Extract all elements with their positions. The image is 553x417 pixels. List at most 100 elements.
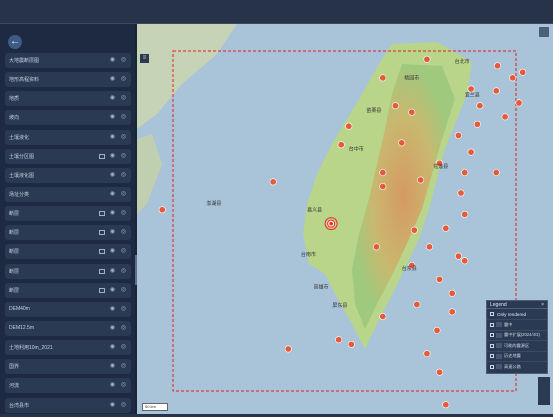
eye-icon[interactable]: ◉ — [109, 172, 116, 179]
layer-item[interactable]: 场址分类 ◉ ◎ — [5, 186, 131, 202]
earthquake-marker[interactable] — [373, 243, 381, 251]
locate-icon[interactable]: ◎ — [120, 344, 127, 351]
earthquake-marker[interactable] — [158, 206, 166, 214]
eye-icon[interactable]: ◉ — [109, 191, 116, 198]
legend-checkbox[interactable] — [490, 322, 494, 327]
eye-icon[interactable]: ◉ — [109, 210, 116, 217]
eye-icon[interactable]: ◉ — [109, 95, 116, 102]
layer-item[interactable]: 土壤液化 ◉ ◎ — [5, 129, 131, 145]
earthquake-marker[interactable] — [467, 148, 475, 156]
locate-icon[interactable]: ◎ — [120, 134, 127, 141]
earthquake-marker[interactable] — [448, 289, 456, 297]
locate-icon[interactable]: ◎ — [120, 57, 127, 64]
earthquake-marker[interactable] — [509, 74, 517, 82]
layer-item[interactable]: 土地利用10m_2021 ◉ ◎ — [5, 340, 131, 356]
earthquake-marker[interactable] — [501, 113, 509, 121]
layer-item[interactable]: 台湾县市 ◉ ◎ — [5, 397, 131, 413]
earthquake-marker[interactable] — [335, 336, 343, 344]
only-rendered-checkbox[interactable] — [490, 312, 494, 316]
layer-table-icon[interactable] — [99, 153, 105, 159]
layer-item[interactable]: 土壤液化图 ◉ ◎ — [5, 167, 131, 183]
locate-icon[interactable]: ◎ — [120, 191, 127, 198]
legend-checkbox[interactable] — [490, 364, 494, 369]
earthquake-marker[interactable] — [379, 74, 387, 82]
locate-icon[interactable]: ◎ — [120, 248, 127, 255]
earthquake-marker[interactable] — [423, 55, 431, 63]
earthquake-marker[interactable] — [413, 300, 421, 308]
earthquake-marker[interactable] — [347, 340, 355, 348]
legend-item[interactable]: 历史地震 — [487, 350, 547, 362]
layer-item[interactable]: 断层 ◉ ◎ — [5, 206, 131, 222]
earthquake-marker[interactable] — [379, 312, 387, 320]
locate-icon[interactable]: ◎ — [120, 382, 127, 389]
locate-icon[interactable]: ◎ — [120, 172, 127, 179]
earthquake-marker[interactable] — [492, 169, 500, 177]
earthquake-marker[interactable] — [337, 141, 345, 149]
locate-icon[interactable]: ◎ — [120, 210, 127, 217]
earthquake-marker[interactable] — [398, 139, 406, 147]
earthquake-marker[interactable] — [515, 99, 523, 107]
earthquake-marker[interactable] — [467, 85, 475, 93]
earthquake-marker[interactable] — [379, 183, 387, 191]
legend-checkbox[interactable] — [490, 333, 494, 338]
earthquake-marker[interactable] — [410, 226, 418, 234]
layer-item[interactable]: DEM12.5m ◉ ◎ — [5, 320, 131, 336]
zoom-control[interactable] — [538, 377, 550, 405]
eye-icon[interactable]: ◉ — [109, 229, 116, 236]
earthquake-marker[interactable] — [417, 176, 425, 184]
earthquake-marker[interactable] — [519, 68, 527, 76]
eye-icon[interactable]: ◉ — [109, 268, 116, 275]
earthquake-marker[interactable] — [436, 368, 444, 376]
eye-icon[interactable]: ◉ — [109, 134, 116, 141]
layer-table-icon[interactable] — [99, 249, 105, 255]
earthquake-marker[interactable] — [269, 178, 277, 186]
layer-item[interactable]: 大地震断层图 ◉ ◎ — [5, 53, 131, 68]
earthquake-marker[interactable] — [284, 345, 292, 353]
eye-icon[interactable]: ◉ — [109, 363, 116, 370]
eye-icon[interactable]: ◉ — [109, 344, 116, 351]
earthquake-marker[interactable] — [345, 122, 353, 130]
eye-icon[interactable]: ◉ — [109, 57, 116, 64]
locate-icon[interactable]: ◎ — [120, 229, 127, 236]
legend-close-icon[interactable]: × — [541, 302, 544, 308]
earthquake-marker[interactable] — [408, 108, 416, 116]
earthquake-marker[interactable] — [461, 210, 469, 218]
locate-icon[interactable]: ◎ — [120, 306, 127, 313]
layer-item[interactable]: 河流 ◉ ◎ — [5, 378, 131, 394]
earthquake-marker[interactable] — [391, 102, 399, 110]
layer-item[interactable]: 地形高程资料 ◉ ◎ — [5, 72, 131, 88]
locate-icon[interactable]: ◎ — [120, 363, 127, 370]
locate-icon[interactable]: ◎ — [120, 268, 127, 275]
earthquake-marker[interactable] — [423, 350, 431, 358]
layer-item[interactable]: 断层 ◉ ◎ — [5, 282, 131, 298]
locate-icon[interactable]: ◎ — [120, 95, 127, 102]
earthquake-marker[interactable] — [448, 308, 456, 316]
layer-item[interactable]: 坡向 ◉ ◎ — [5, 110, 131, 126]
eye-icon[interactable]: ◉ — [109, 114, 116, 121]
eye-icon[interactable]: ◉ — [109, 325, 116, 332]
legend-item[interactable]: 高速公路 — [487, 361, 547, 372]
earthquake-marker[interactable] — [461, 257, 469, 265]
layer-table-icon[interactable] — [99, 230, 105, 236]
eye-icon[interactable]: ◉ — [109, 248, 116, 255]
layer-item[interactable]: 土壤分区图 ◉ ◎ — [5, 148, 131, 164]
earthquake-marker[interactable] — [454, 252, 462, 260]
earthquake-marker[interactable] — [473, 120, 481, 128]
locate-icon[interactable]: ◎ — [120, 402, 127, 409]
earthquake-marker[interactable] — [457, 189, 465, 197]
layer-item[interactable]: 国界 ◉ ◎ — [5, 359, 131, 375]
earthquake-marker[interactable] — [461, 169, 469, 177]
eye-icon[interactable]: ◉ — [109, 306, 116, 313]
layer-item[interactable]: 地质 ◉ ◎ — [5, 91, 131, 107]
legend-checkbox[interactable] — [490, 354, 494, 359]
layer-item[interactable]: 断层 ◉ ◎ — [5, 225, 131, 241]
earthquake-marker[interactable] — [436, 275, 444, 283]
layer-table-icon[interactable] — [99, 268, 105, 274]
earthquake-marker[interactable] — [494, 62, 502, 70]
eye-icon[interactable]: ◉ — [109, 402, 116, 409]
locate-icon[interactable]: ◎ — [120, 114, 127, 121]
eye-icon[interactable]: ◉ — [109, 153, 116, 160]
locate-icon[interactable]: ◎ — [120, 153, 127, 160]
legend-item[interactable]: 可能的震源区 — [487, 340, 547, 351]
layer-table-icon[interactable] — [99, 287, 105, 293]
